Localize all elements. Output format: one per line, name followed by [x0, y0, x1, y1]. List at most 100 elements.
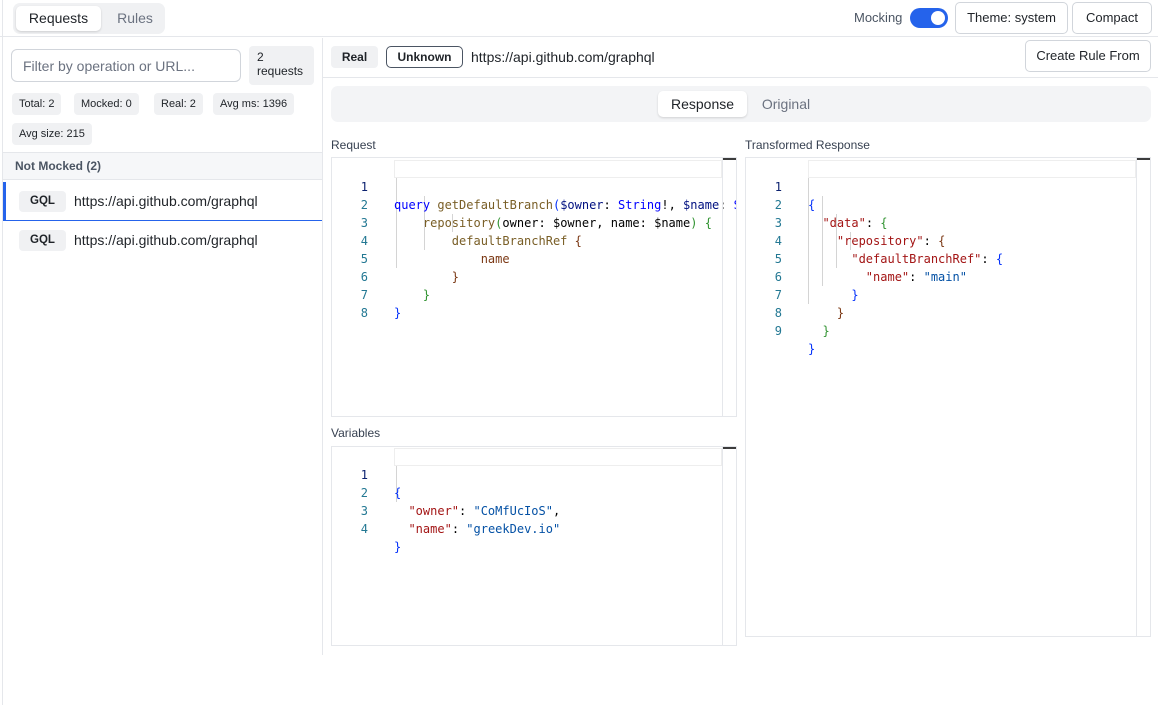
code-line: 3 "name": "greekDev.io" [332, 484, 560, 536]
code-token: : [909, 270, 924, 284]
code-token: { [938, 234, 946, 248]
stat-real: Real: 2 [154, 93, 203, 115]
line-number: 9 [774, 324, 782, 338]
code-token: ) [690, 216, 698, 230]
request-url: https://api.github.com/graphql [74, 232, 258, 248]
code-line: 4 } [332, 502, 401, 554]
code-token: } [808, 342, 816, 356]
request-count-unit: requests [257, 64, 304, 78]
top-bar: Requests Rules Mocking Theme: system Com… [0, 0, 1158, 37]
code-token: } [836, 306, 845, 320]
compact-button[interactable]: Compact [1072, 2, 1152, 34]
code-token: $owner [560, 198, 604, 212]
code-token: { [808, 198, 816, 212]
code-token: { [880, 216, 888, 230]
create-rule-button[interactable]: Create Rule From [1025, 40, 1151, 72]
editor-scrollbar[interactable] [1136, 158, 1150, 636]
transformed-response-label: Transformed Response [745, 138, 870, 152]
stat-mocked: Mocked: 0 [74, 93, 139, 115]
editor-scrollbar[interactable] [722, 158, 736, 416]
stat-avg-size: Avg size: 215 [12, 123, 92, 145]
code-token: getDefaultBranch [437, 198, 553, 212]
code-token: String [618, 198, 662, 212]
variables-label: Variables [331, 426, 381, 440]
code-token: "name" [408, 522, 452, 536]
code-line: 8 [332, 286, 375, 320]
code-line: 4 "defaultBranchRef": { [746, 214, 1003, 266]
code-line: 5 "name": "main" [746, 232, 967, 284]
code-token: "defaultBranchRef" [851, 252, 982, 266]
request-count-number: 2 [257, 50, 264, 64]
code-line: 1 query getDefaultBranch($owner: String!… [332, 160, 736, 212]
request-url: https://api.github.com/graphql [74, 193, 258, 209]
line-number: 8 [360, 306, 368, 320]
code-token: "greekDev.io" [466, 522, 561, 536]
code-token: "main" [923, 270, 967, 284]
code-token: } [451, 270, 460, 284]
detail-header: Real Unknown https://api.github.com/grap… [323, 38, 1158, 78]
code-token: defaultBranchRef [451, 234, 568, 248]
code-line: 8 } [746, 286, 830, 338]
tab-original[interactable]: Original [758, 91, 814, 117]
request-sidebar: 2 requests Total: 2 Mocked: 0 Real: 2 Av… [3, 38, 323, 655]
code-line: 7 } [332, 268, 401, 320]
code-token: } [422, 288, 431, 302]
code-token: "CoMfUcIoS" [473, 504, 553, 518]
line-number: 4 [360, 522, 368, 536]
request-type-badge: GQL [19, 191, 66, 212]
transformed-response-editor[interactable]: 1 { 2 "data": { 3 "repository": { 4 "def… [745, 157, 1151, 637]
request-row[interactable]: GQL https://api.github.com/graphql [3, 182, 322, 221]
code-line: 7 } [746, 268, 844, 320]
code-token: name [480, 252, 510, 266]
code-token: !, [661, 198, 684, 212]
code-token: , [552, 504, 561, 518]
tab-rules[interactable]: Rules [109, 6, 161, 31]
code-token: $name [683, 198, 720, 212]
code-token: : [865, 216, 881, 230]
code-token: : [923, 234, 939, 248]
code-line: 6 } [746, 250, 859, 302]
code-token: } [394, 306, 402, 320]
code-token: "data" [822, 216, 866, 230]
code-token: : [603, 198, 618, 212]
code-token: owner: $owner, name: $name [502, 216, 691, 230]
code-token: } [822, 324, 830, 338]
code-line: 2 "owner": "CoMfUcIoS", [332, 466, 560, 518]
group-header-not-mocked[interactable]: Not Mocked (2) [3, 153, 322, 180]
code-token: } [851, 288, 859, 302]
request-row[interactable]: GQL https://api.github.com/graphql [3, 221, 322, 260]
code-token: { [704, 216, 712, 230]
request-count-badge: 2 requests [249, 46, 314, 85]
code-line: 1 { [746, 160, 815, 212]
variables-editor[interactable]: 1 { 2 "owner": "CoMfUcIoS", 3 "name": "g… [331, 446, 737, 646]
editor-scrollbar[interactable] [722, 447, 736, 645]
code-line: 3 "repository": { [746, 196, 946, 248]
code-line: 6 } [332, 250, 430, 302]
code-token: } [394, 540, 402, 554]
theme-button[interactable]: Theme: system [955, 2, 1068, 34]
request-label: Request [331, 138, 376, 152]
code-token: : [459, 504, 474, 518]
request-type-badge: GQL [19, 230, 66, 251]
code-token: "repository" [836, 234, 924, 248]
request-detail: Real Unknown https://api.github.com/grap… [323, 38, 1158, 655]
source-badge: Real [331, 46, 378, 68]
mocking-toggle[interactable] [910, 8, 948, 28]
code-line: 2 "data": { [746, 178, 888, 230]
code-line: 1 { [332, 448, 401, 500]
code-token: { [574, 234, 582, 248]
tab-requests[interactable]: Requests [16, 6, 101, 31]
filter-input[interactable] [11, 49, 241, 82]
stat-avg-ms: Avg ms: 1396 [213, 93, 295, 115]
code-token: { [394, 486, 402, 500]
code-token: "owner" [408, 504, 460, 518]
code-line: 3 defaultBranchRef { [332, 196, 582, 248]
tab-response[interactable]: Response [658, 91, 747, 117]
stat-total: Total: 2 [12, 93, 62, 115]
detail-url: https://api.github.com/graphql [471, 49, 655, 65]
status-badge: Unknown [386, 46, 463, 68]
request-editor[interactable]: 1 query getDefaultBranch($owner: String!… [331, 157, 737, 417]
code-token: : [981, 252, 996, 266]
response-tabs: Response Original [331, 86, 1151, 122]
code-line: 4 name [332, 214, 510, 266]
